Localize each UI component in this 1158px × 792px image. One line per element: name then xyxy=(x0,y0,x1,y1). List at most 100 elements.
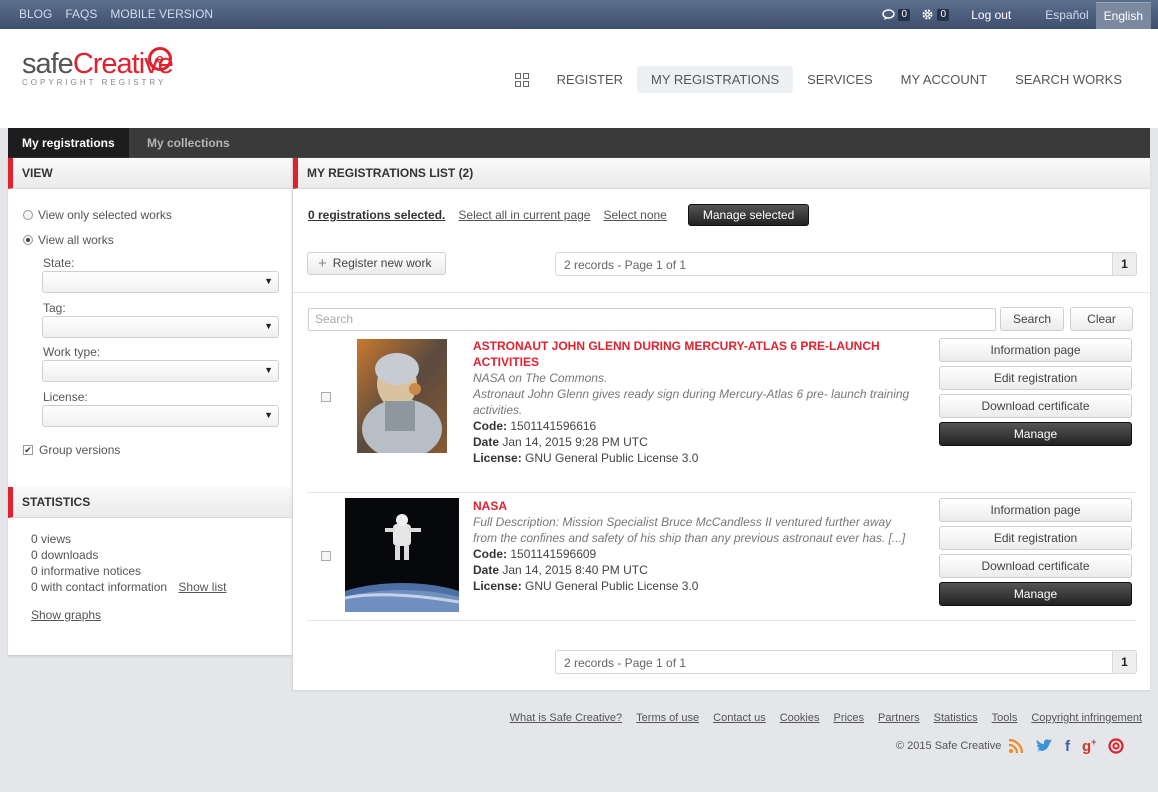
item-checkbox[interactable] xyxy=(321,392,331,402)
messages-count: 0 xyxy=(898,8,911,21)
information-page-button[interactable]: Information page xyxy=(939,498,1132,522)
top-bar: BLOG FAQS MOBILE VERSION 0 0 Log out Esp… xyxy=(0,0,1158,29)
pagination-info: 2 records - Page 1 of 1 xyxy=(564,656,687,670)
pagination-bottom: 2 records - Page 1 of 1 1 xyxy=(555,650,1137,674)
radio-view-selected[interactable]: View only selected works xyxy=(23,208,172,222)
safe-creative-logo[interactable]: safeCreative COPYRIGHT REGISTRY ə xyxy=(22,47,174,87)
nav-my-registrations[interactable]: MY REGISTRATIONS xyxy=(637,66,794,93)
footer-link-cookies[interactable]: Cookies xyxy=(780,712,820,724)
lang-es-link[interactable]: Español xyxy=(1045,8,1088,22)
show-graphs-link[interactable]: Show graphs xyxy=(31,608,101,622)
download-certificate-button[interactable]: Download certificate xyxy=(939,554,1132,578)
work-type-label: Work type: xyxy=(43,345,101,359)
footer-links: What is Safe Creative? Terms of use Cont… xyxy=(510,712,1142,724)
twitter-icon[interactable] xyxy=(1036,739,1053,753)
mobile-version-link[interactable]: MOBILE VERSION xyxy=(110,7,213,21)
item-code: Code: 1501141596609 xyxy=(473,547,597,561)
manage-button[interactable]: Manage xyxy=(939,422,1132,446)
selected-count: 0 registrations selected. xyxy=(308,208,446,222)
select-none-link[interactable]: Select none xyxy=(603,208,666,222)
search-button[interactable]: Search xyxy=(1000,307,1064,331)
lang-en-link[interactable]: English xyxy=(1095,1,1151,29)
list-item: NASA Full Description: Mission Specialis… xyxy=(307,498,1136,618)
apps-grid-icon[interactable] xyxy=(514,72,529,87)
page-1-button[interactable]: 1 xyxy=(1112,253,1136,275)
state-label: State: xyxy=(43,256,75,270)
registrations-panel: MY REGISTRATIONS LIST (2) 0 registration… xyxy=(292,158,1150,690)
messages-button[interactable]: 0 xyxy=(882,8,911,21)
logo-mark-icon: ə xyxy=(148,47,172,71)
plus-icon: + xyxy=(318,255,327,272)
state-select[interactable]: ▼ xyxy=(42,271,279,293)
dropdown-arrow-icon: ▼ xyxy=(264,365,273,375)
show-list-link[interactable]: Show list xyxy=(178,580,226,594)
settings-count: 0 xyxy=(937,8,950,21)
checkmark-icon: ✔ xyxy=(23,445,33,455)
dropdown-arrow-icon: ▼ xyxy=(264,321,273,331)
work-type-select[interactable]: ▼ xyxy=(42,360,279,382)
row-divider xyxy=(307,620,1136,621)
item-title[interactable]: ASTRONAUT JOHN GLENN DURING MERCURY-ATLA… xyxy=(473,338,913,370)
license-label: License: xyxy=(43,390,88,404)
nav-search-works[interactable]: SEARCH WORKS xyxy=(1001,66,1136,93)
page-1-button[interactable]: 1 xyxy=(1112,651,1136,673)
information-page-button[interactable]: Information page xyxy=(939,338,1132,362)
edit-registration-button[interactable]: Edit registration xyxy=(939,366,1132,390)
google-plus-icon[interactable]: g+ xyxy=(1082,737,1096,755)
item-date: Date Jan 14, 2015 9:28 PM UTC xyxy=(473,435,648,449)
stat-notices: 0 informative notices xyxy=(31,564,142,578)
main-nav: REGISTER MY REGISTRATIONS SERVICES MY AC… xyxy=(514,66,1136,93)
faqs-link[interactable]: FAQS xyxy=(65,7,97,21)
tab-my-collections[interactable]: My collections xyxy=(133,128,244,158)
search-input[interactable]: Search xyxy=(308,308,996,331)
item-license: License: GNU General Public License 3.0 xyxy=(473,579,699,593)
item-description: Astronaut John Glenn gives ready sign du… xyxy=(473,387,910,417)
item-thumbnail[interactable] xyxy=(357,339,447,453)
radio-icon xyxy=(23,210,33,220)
manage-selected-button[interactable]: Manage selected xyxy=(687,204,810,226)
select-all-link[interactable]: Select all in current page xyxy=(458,208,590,222)
radio-view-all[interactable]: View all works xyxy=(23,233,114,247)
rss-icon[interactable] xyxy=(1008,738,1024,754)
nav-register[interactable]: REGISTER xyxy=(543,66,637,93)
footer-link-tools[interactable]: Tools xyxy=(992,712,1018,724)
sidebar: VIEW View only selected works View all w… xyxy=(8,158,292,656)
section-tab-bar: My registrations My collections xyxy=(8,128,1150,158)
dropdown-arrow-icon: ▼ xyxy=(264,410,273,420)
item-title[interactable]: NASA xyxy=(473,498,913,514)
divider xyxy=(293,292,1150,293)
footer-link-partners[interactable]: Partners xyxy=(878,712,920,724)
facebook-icon[interactable]: f xyxy=(1065,738,1070,755)
item-author: NASA on The Commons. xyxy=(473,371,608,385)
social-links: f g+ xyxy=(1008,737,1125,755)
logout-link[interactable]: Log out xyxy=(971,8,1011,22)
footer-link-what-is[interactable]: What is Safe Creative? xyxy=(510,712,623,724)
footer-link-statistics[interactable]: Statistics xyxy=(934,712,978,724)
top-links: BLOG FAQS MOBILE VERSION xyxy=(19,7,213,21)
safe-creative-icon[interactable] xyxy=(1108,738,1125,754)
item-checkbox[interactable] xyxy=(321,551,331,561)
footer-link-copyright[interactable]: Copyright infringement xyxy=(1031,712,1142,724)
group-versions-checkbox[interactable]: ✔ Group versions xyxy=(23,443,120,457)
register-new-work-button[interactable]: + Register new work xyxy=(307,252,447,275)
header: safeCreative COPYRIGHT REGISTRY ə REGIST… xyxy=(0,29,1158,128)
settings-button[interactable]: 0 xyxy=(921,8,950,21)
blog-link[interactable]: BLOG xyxy=(19,7,52,21)
item-thumbnail[interactable] xyxy=(345,498,459,612)
license-select[interactable]: ▼ xyxy=(42,405,279,427)
tag-label: Tag: xyxy=(43,301,66,315)
clear-button[interactable]: Clear xyxy=(1070,307,1133,331)
item-info: NASA Full Description: Mission Specialis… xyxy=(473,498,913,594)
footer-link-prices[interactable]: Prices xyxy=(833,712,864,724)
item-date: Date Jan 14, 2015 8:40 PM UTC xyxy=(473,563,648,577)
pagination-info: 2 records - Page 1 of 1 xyxy=(564,258,687,272)
footer-link-contact[interactable]: Contact us xyxy=(713,712,766,724)
nav-services[interactable]: SERVICES xyxy=(793,66,887,93)
footer-link-terms[interactable]: Terms of use xyxy=(636,712,699,724)
tab-my-registrations[interactable]: My registrations xyxy=(8,128,129,158)
nav-my-account[interactable]: MY ACCOUNT xyxy=(887,66,1001,93)
download-certificate-button[interactable]: Download certificate xyxy=(939,394,1132,418)
tag-select[interactable]: ▼ xyxy=(42,316,279,338)
manage-button[interactable]: Manage xyxy=(939,582,1132,606)
edit-registration-button[interactable]: Edit registration xyxy=(939,526,1132,550)
